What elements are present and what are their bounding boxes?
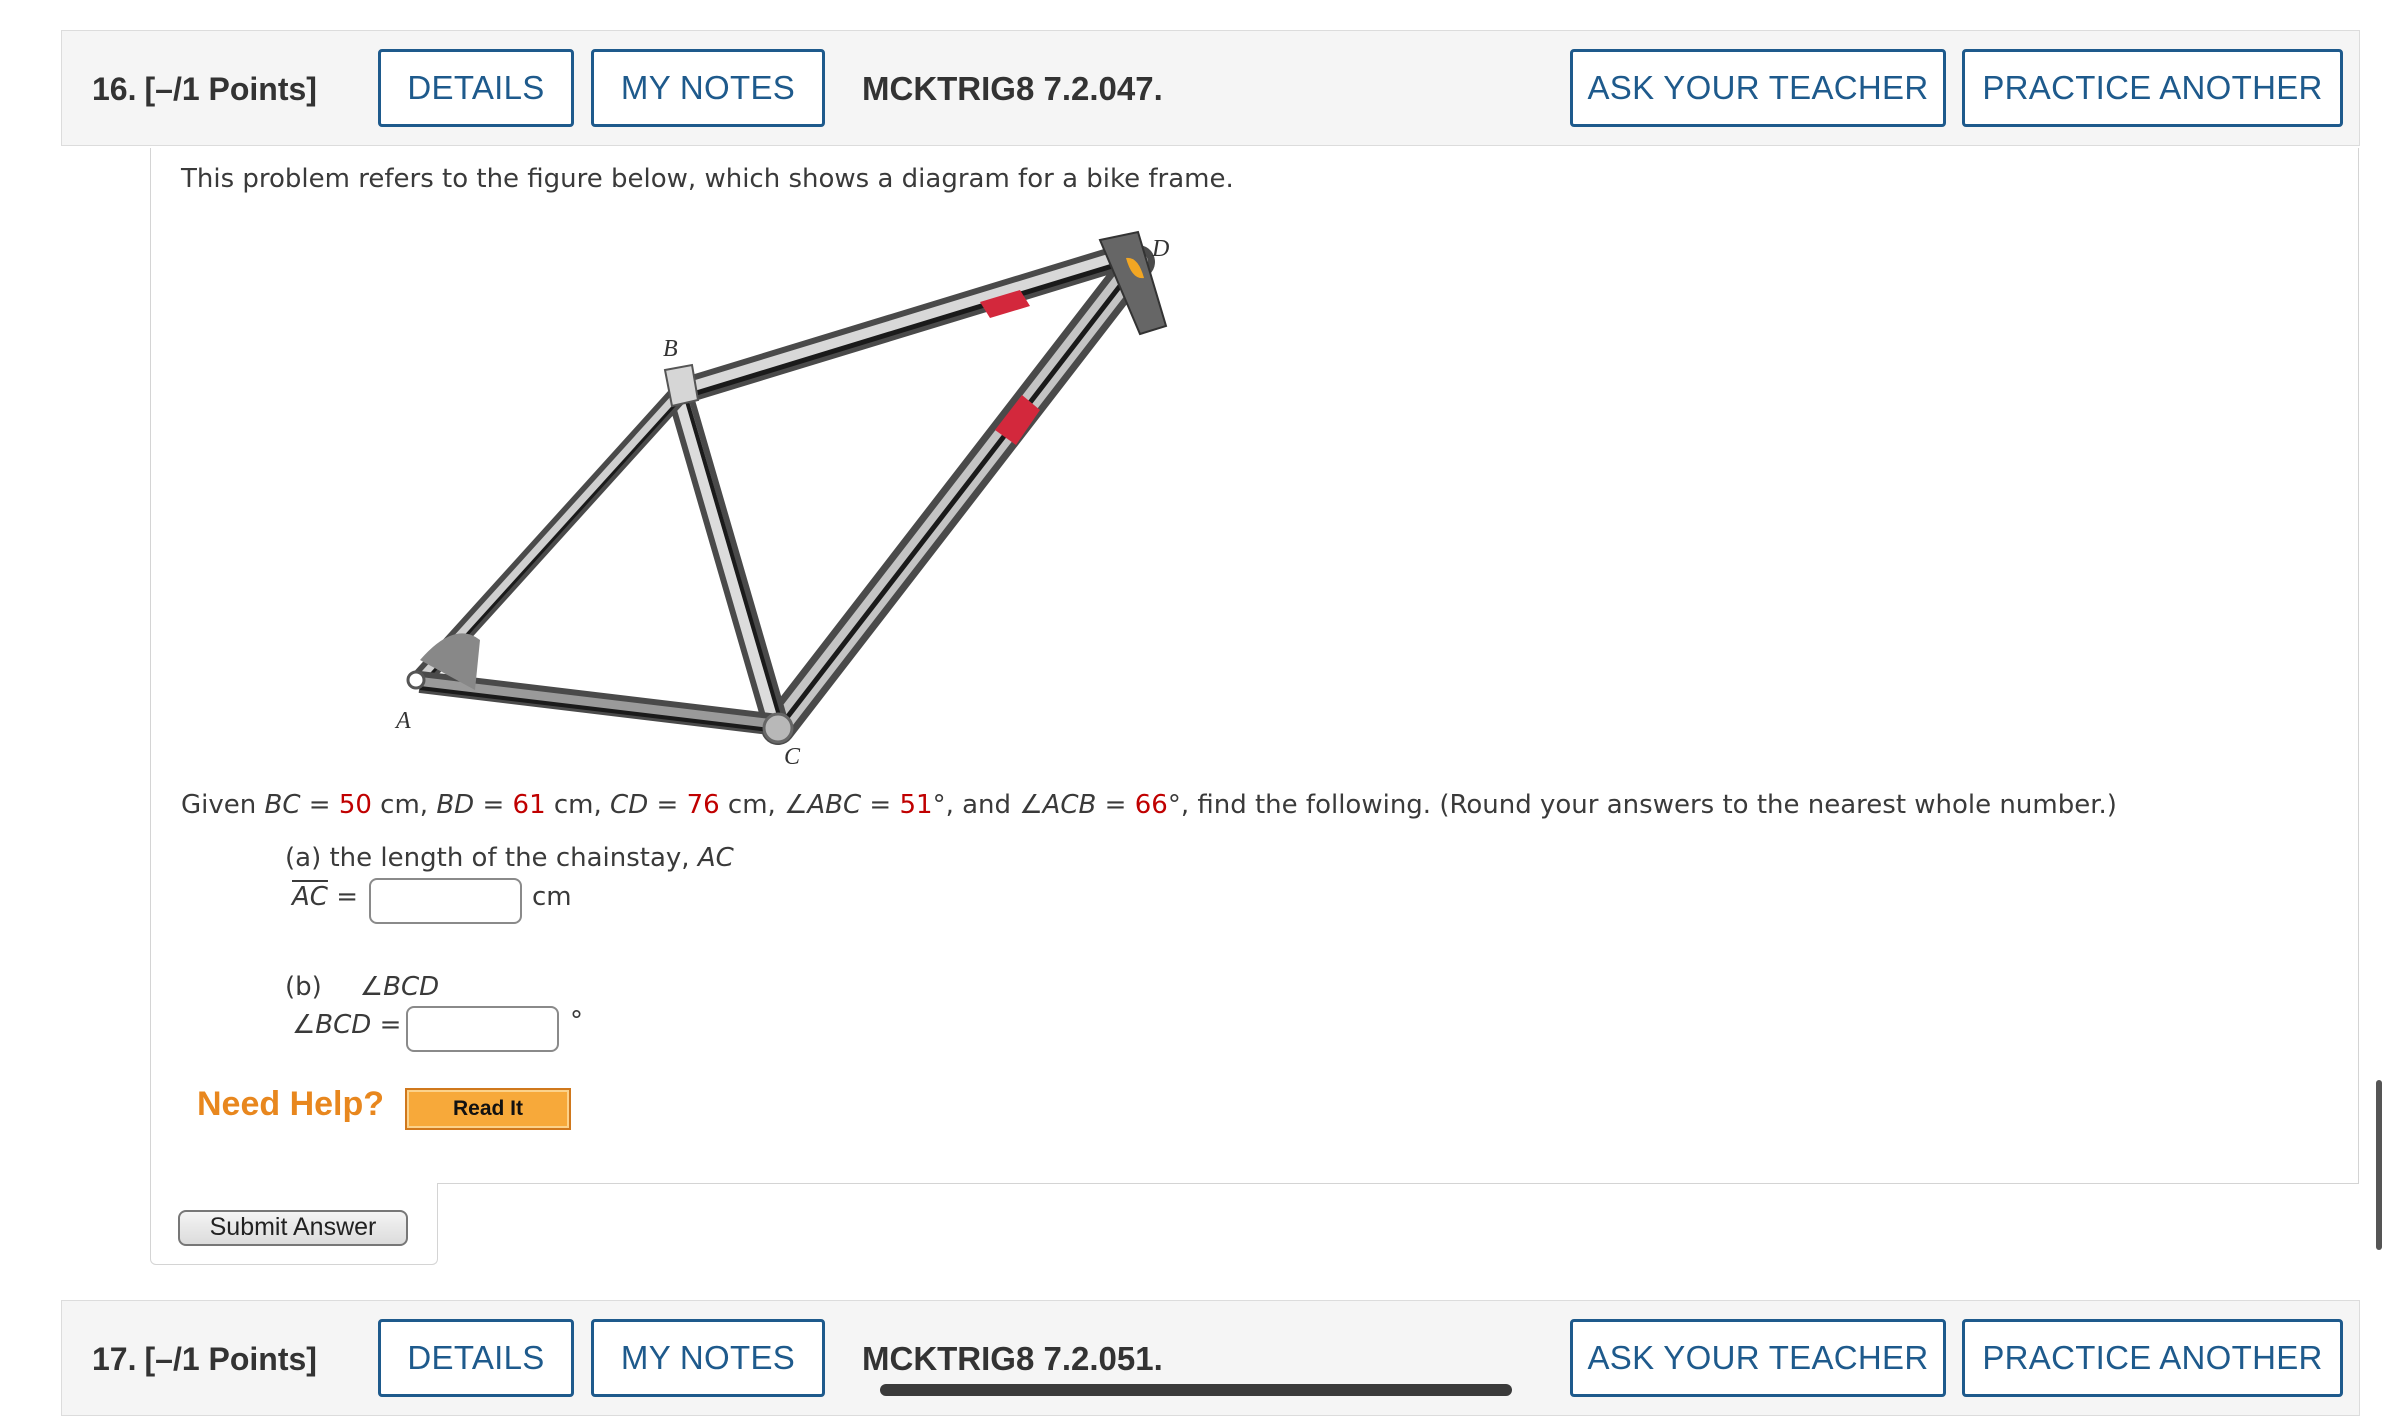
label-c: C: [784, 744, 801, 770]
angle-acb-value: 66: [1134, 790, 1168, 820]
label-a: A: [394, 708, 411, 734]
question-intro: This problem refers to the figure below,…: [181, 164, 1234, 194]
chain-stay: [418, 633, 780, 736]
vertical-scrollbar[interactable]: [2376, 1080, 2382, 1250]
angle-acb-label: ∠ACB: [1019, 790, 1097, 820]
part-b-prompt: (b) ∠BCD: [285, 972, 439, 1002]
my-notes-button[interactable]: MY NOTES: [591, 49, 825, 127]
part-b-answer-input[interactable]: [406, 1006, 559, 1052]
question-number: 17. [–/1 Points]: [92, 1301, 317, 1417]
eq-sign: =: [1096, 790, 1135, 820]
seat-clamp: [663, 363, 700, 408]
angle-abc-value: 51: [899, 790, 933, 820]
question-17-header: 17. [–/1 Points] DETAILS MY NOTES MCKTRIG…: [61, 1300, 2360, 1416]
part-a-var: AC: [697, 843, 734, 873]
label-d: D: [1151, 236, 1169, 262]
eq-sign: =: [474, 790, 513, 820]
rear-dropout: [406, 670, 426, 690]
need-help-label: Need Help?: [197, 1085, 385, 1123]
eq-sign: =: [861, 790, 900, 820]
given-prefix: Given: [181, 790, 265, 820]
unit-cm: cm,: [545, 790, 611, 820]
degree-sign: °: [932, 790, 946, 820]
cd-value: 76: [686, 790, 720, 820]
question-16-header: 16. [–/1 Points] DETAILS MY NOTES MCKTRIG…: [61, 30, 2360, 146]
ask-your-teacher-button[interactable]: ASK YOUR TEACHER: [1570, 1319, 1946, 1397]
part-a-prompt-text: (a) the length of the chainstay,: [285, 843, 698, 873]
unit-cm: cm,: [371, 790, 437, 820]
question-code: MCKTRIG8 7.2.051.: [862, 1340, 1163, 1377]
part-a-prompt: (a) the length of the chainstay, AC: [285, 843, 734, 873]
eq-sign: =: [300, 790, 339, 820]
eq-sign: =: [371, 1010, 402, 1040]
given-suffix: , find the following. (Round your answer…: [1180, 790, 2117, 820]
part-a-answer-input[interactable]: [369, 878, 522, 924]
my-notes-button[interactable]: MY NOTES: [591, 1319, 825, 1397]
bd-value: 61: [512, 790, 546, 820]
part-a-answer-label: AC =: [292, 882, 358, 912]
read-it-button[interactable]: Read It: [405, 1088, 571, 1130]
angle-abc-label: ∠ABC: [784, 790, 862, 820]
bike-frame-figure: A B C D: [394, 230, 1169, 770]
practice-another-button[interactable]: PRACTICE ANOTHER: [1962, 49, 2343, 127]
part-b-prompt-text: (b): [285, 972, 322, 1002]
question-number-text: 16.: [92, 71, 137, 107]
eq-sign: =: [648, 790, 687, 820]
bc-value: 50: [338, 790, 372, 820]
question-number-text: 17.: [92, 1341, 137, 1377]
question-points: [–/1 Points]: [144, 71, 317, 107]
cd-label: CD: [610, 790, 649, 820]
bd-label: BD: [436, 790, 475, 820]
seat-tube: [667, 391, 789, 729]
bc-label: BC: [264, 790, 301, 820]
eq-sign: =: [327, 882, 359, 912]
ac-label: AC: [292, 882, 328, 912]
part-b-answer-label: ∠BCD =: [292, 1010, 401, 1040]
bottom-bracket: [762, 712, 794, 744]
details-button[interactable]: DETAILS: [378, 1319, 574, 1397]
part-b-unit: °: [570, 1006, 583, 1036]
question-number: 16. [–/1 Points]: [92, 31, 317, 147]
details-button[interactable]: DETAILS: [378, 49, 574, 127]
unit-cm: cm,: [719, 790, 785, 820]
label-b: B: [663, 336, 678, 362]
and-text: , and: [945, 790, 1020, 820]
part-a-unit: cm: [532, 882, 572, 912]
practice-another-button[interactable]: PRACTICE ANOTHER: [1962, 1319, 2343, 1397]
question-code: MCKTRIG8 7.2.047.: [862, 70, 1163, 107]
horizontal-scrollbar[interactable]: [880, 1384, 1512, 1396]
ask-your-teacher-button[interactable]: ASK YOUR TEACHER: [1570, 49, 1946, 127]
part-b-var: ∠BCD: [359, 972, 440, 1002]
submit-answer-button[interactable]: Submit Answer: [178, 1210, 408, 1246]
down-tube: [761, 245, 1155, 745]
given-statement: Given BC = 50 cm, BD = 61 cm, CD = 76 cm…: [181, 790, 2117, 820]
degree-sign: °: [1167, 790, 1181, 820]
question-points: [–/1 Points]: [144, 1341, 317, 1377]
bcd-label: ∠BCD: [292, 1010, 372, 1040]
